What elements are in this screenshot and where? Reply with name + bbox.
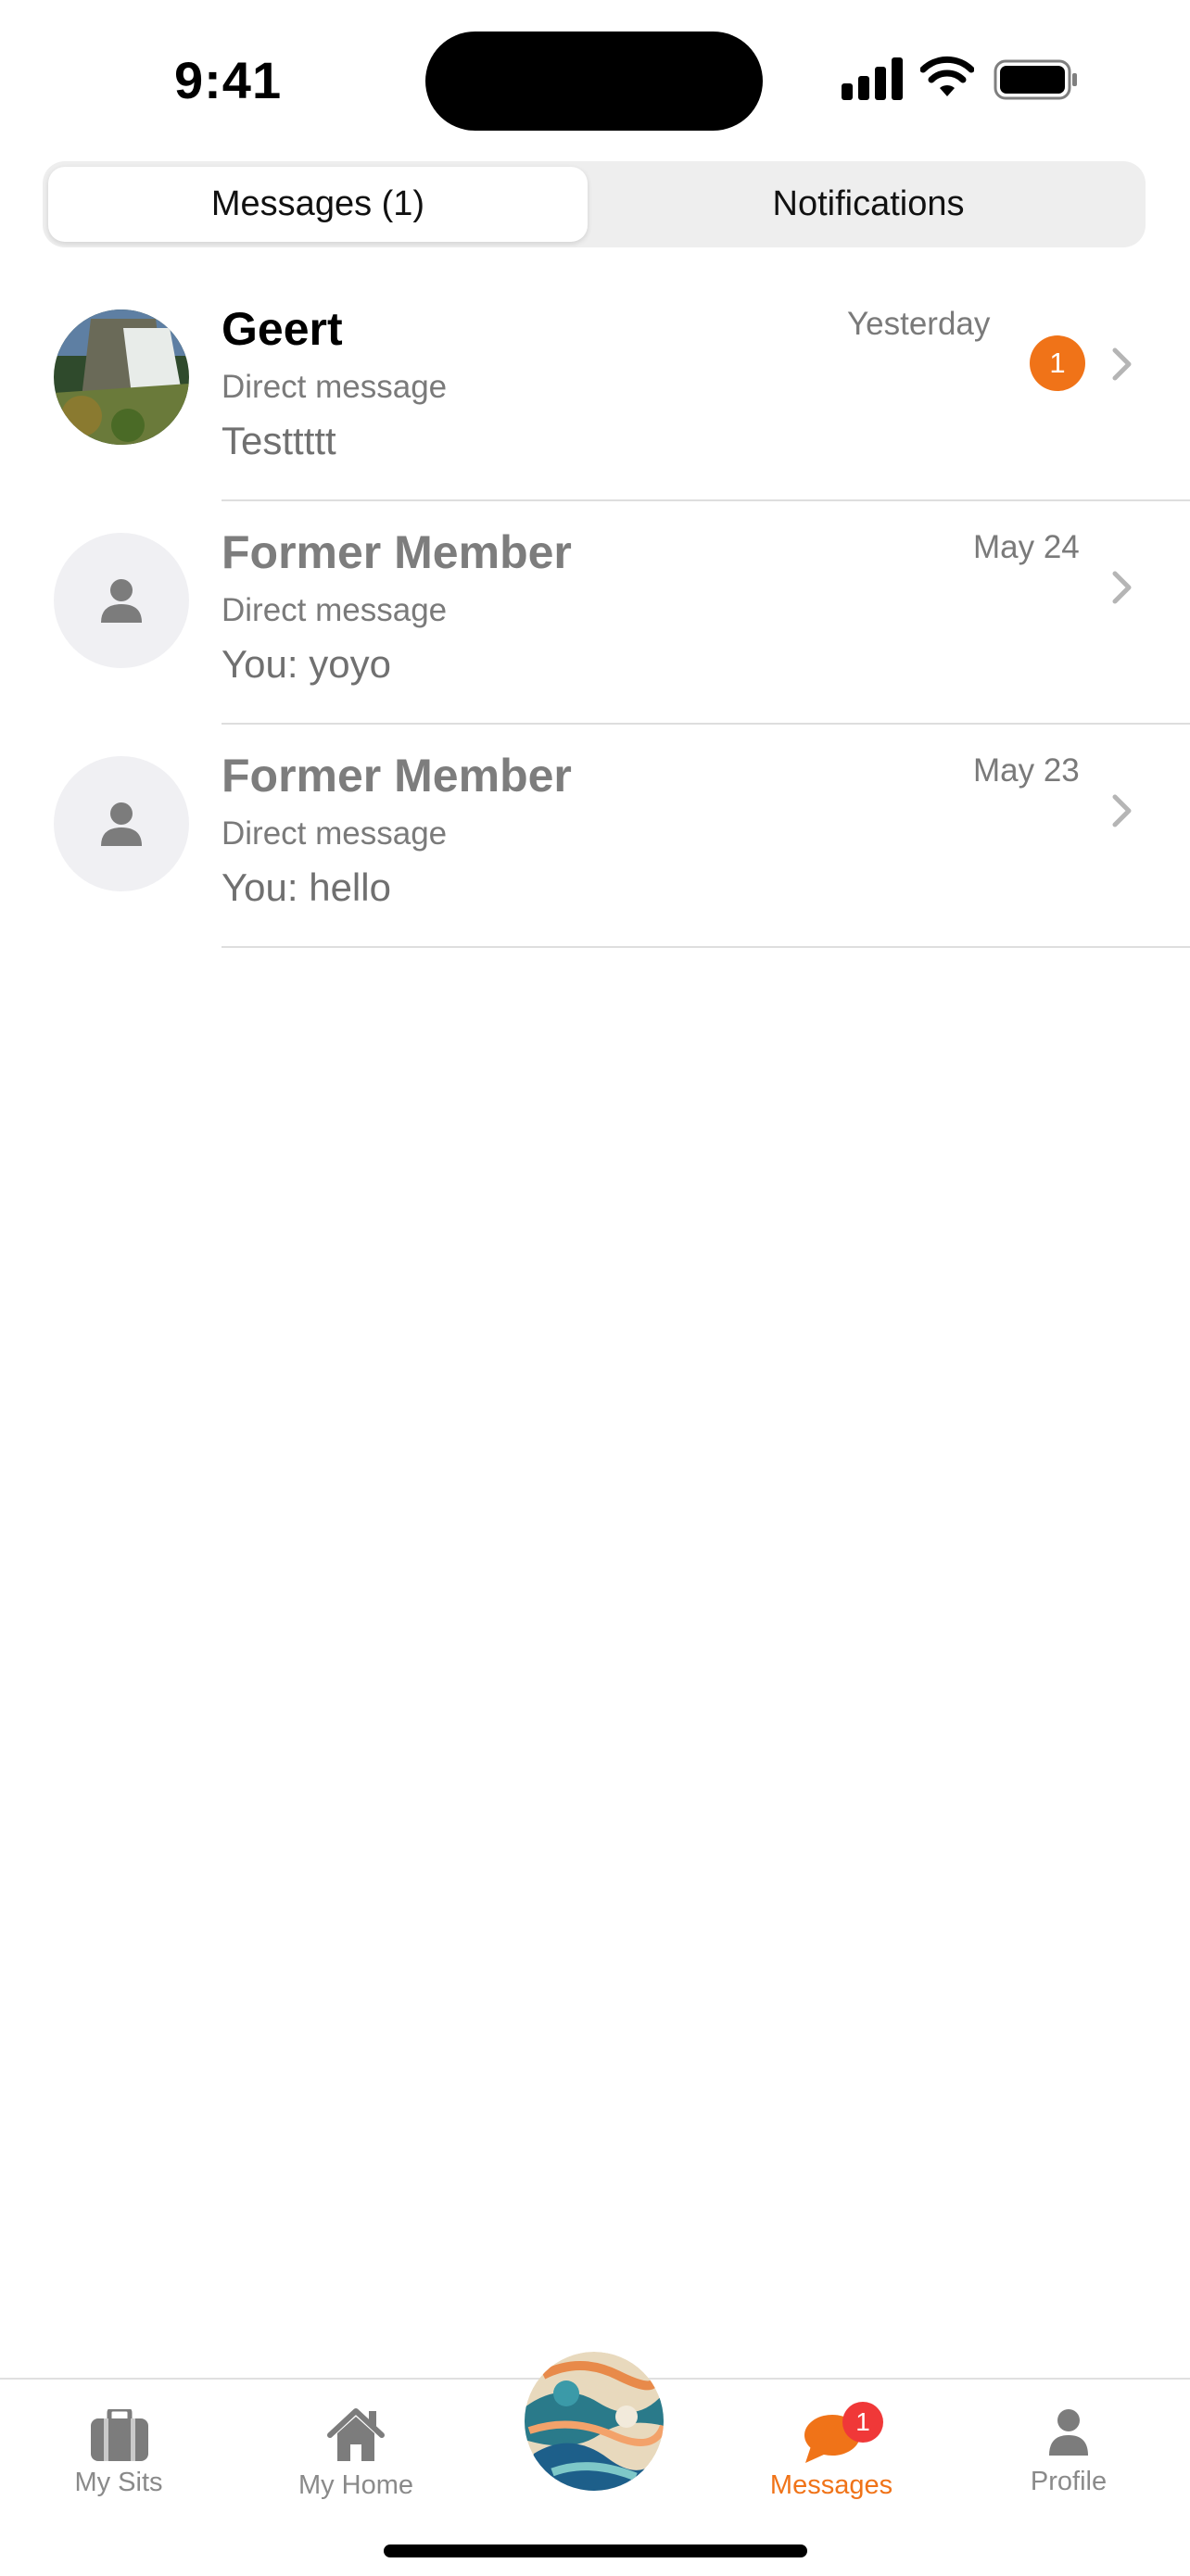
tab-label: My Sits: [74, 2468, 163, 2497]
tab-label: Messages: [769, 2470, 893, 2500]
home-indicator: [384, 2544, 807, 2557]
tab-label: My Home: [298, 2470, 414, 2500]
chevron-right-icon: [1112, 347, 1132, 381]
tab-notifications[interactable]: Notifications: [599, 167, 1138, 242]
battery-icon: [994, 59, 1077, 100]
tab-label: Profile: [1030, 2467, 1108, 2496]
house-icon: [327, 2408, 385, 2461]
tab-badge: 1: [842, 2402, 883, 2443]
tab-messages[interactable]: Messages (1): [48, 167, 588, 242]
chevron-right-icon: [1112, 571, 1132, 604]
conversation-name: Geert: [222, 303, 343, 355]
wifi-icon: [920, 56, 974, 96]
unread-badge: 1: [1030, 335, 1085, 391]
chevron-right-icon: [1112, 794, 1132, 827]
conversation-row[interactable]: Former Member Direct message You: hello …: [0, 725, 1190, 948]
conversation-subtitle: Direct message: [222, 815, 448, 852]
conversation-date: May 24: [973, 529, 1080, 565]
suitcase-icon: [91, 2409, 148, 2461]
conversation-subtitle: Direct message: [222, 369, 448, 405]
avatar: [54, 756, 189, 891]
divider: [222, 946, 1190, 948]
conversation-subtitle: Direct message: [222, 592, 448, 628]
conversation-preview: You: yoyo: [222, 642, 391, 686]
conversation-preview: Testtttt: [222, 419, 336, 462]
conversation-date: Yesterday: [847, 306, 991, 342]
conversation-row[interactable]: Former Member Direct message You: yoyo M…: [0, 501, 1190, 725]
avatar: [54, 533, 189, 668]
segmented-control: Messages (1) Notifications: [43, 161, 1146, 247]
person-placeholder-icon: [101, 802, 142, 846]
conversation-name: Former Member: [222, 526, 572, 578]
conversation-date: May 23: [973, 752, 1080, 789]
cellular-signal-icon: [842, 57, 903, 100]
globe-logo-button[interactable]: [525, 2352, 664, 2491]
dynamic-island: [425, 32, 763, 131]
person-icon: [1049, 2409, 1088, 2456]
globe-logo-icon: [525, 2352, 664, 2491]
status-time: 9:41: [174, 51, 283, 109]
person-placeholder-icon: [101, 579, 142, 623]
conversation-preview: You: hello: [222, 865, 391, 909]
conversation-row[interactable]: Geert Direct message Testtttt Yesterday …: [0, 278, 1190, 501]
avatar: [54, 309, 189, 445]
conversation-name: Former Member: [222, 750, 572, 802]
